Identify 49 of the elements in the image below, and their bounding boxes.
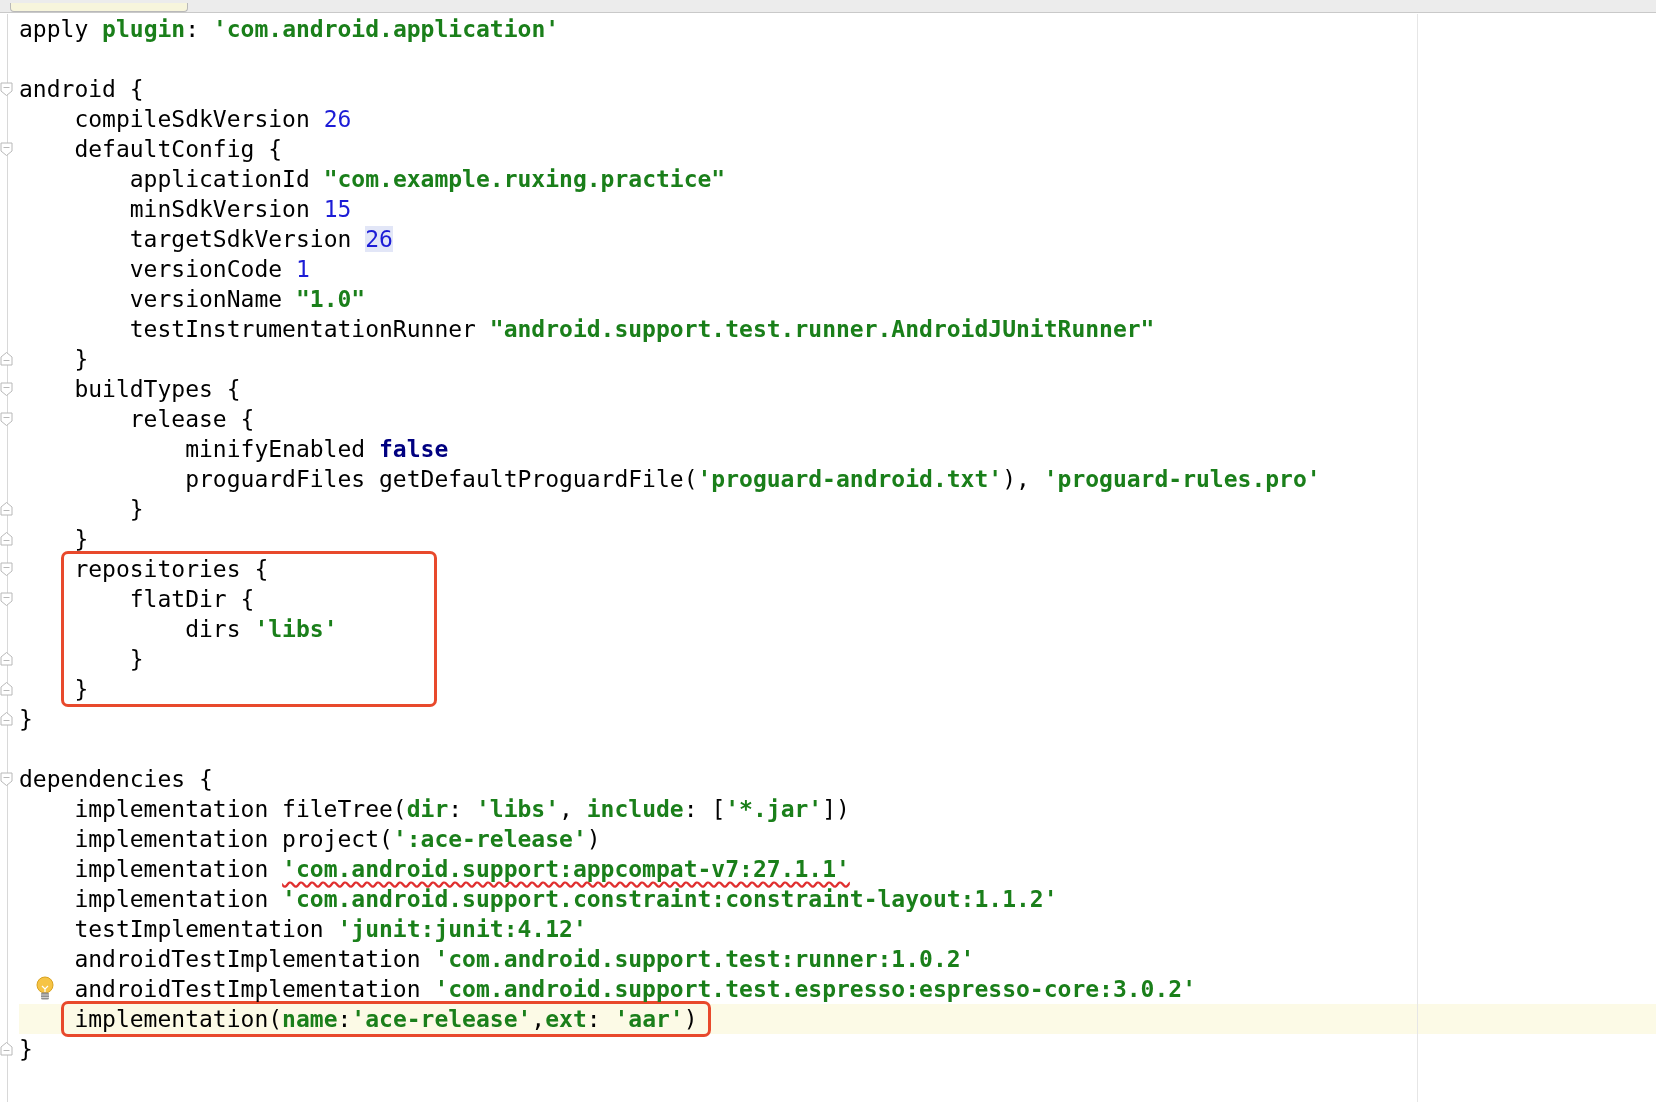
code-line: flatDir { — [129, 585, 255, 614]
fold-marker-icon[interactable] — [0, 502, 13, 516]
fold-marker-icon[interactable] — [0, 652, 13, 666]
fold-marker-icon[interactable] — [0, 412, 13, 426]
code-line: androidTestImplementation 'com.android.support.test.espresso:espresso-core:3.0.2' — [74, 975, 1196, 1004]
code-line: } — [74, 675, 89, 704]
code-line: } — [19, 1035, 33, 1064]
code-line: release { — [129, 405, 255, 434]
code-line: } — [74, 345, 89, 374]
code-line: versionCode 1 — [129, 255, 310, 284]
code-line: implementation project(':ace-release') — [74, 825, 601, 854]
code-line: } — [19, 705, 33, 734]
code-line: defaultConfig { — [74, 135, 283, 164]
fold-marker-icon[interactable] — [0, 1042, 13, 1056]
editor-tab[interactable] — [10, 3, 188, 12]
code-line: } — [129, 645, 144, 674]
code-line: applicationId "com.example.ruxing.practice" — [129, 165, 726, 194]
code-line: implementation(name:'ace-release',ext: 'aar') — [74, 1005, 698, 1034]
code-line: testImplementation 'junit:junit:4.12' — [74, 915, 587, 944]
code-line: versionName "1.0" — [129, 285, 366, 314]
code-line: compileSdkVersion 26 — [74, 105, 352, 134]
code-line: minSdkVersion 15 — [129, 195, 352, 224]
fold-marker-icon[interactable] — [0, 532, 13, 546]
fold-marker-icon[interactable] — [0, 592, 13, 606]
code-line: androidTestImplementation 'com.android.support.test:runner:1.0.2' — [74, 945, 975, 974]
fold-marker-icon[interactable] — [0, 682, 13, 696]
code-line: } — [74, 525, 89, 554]
code-line: minifyEnabled false — [185, 435, 449, 464]
fold-marker-icon[interactable] — [0, 142, 13, 156]
code-line: dirs 'libs' — [185, 615, 338, 644]
code-line: apply plugin: 'com.android.application' — [19, 15, 560, 44]
code-line: } — [129, 495, 144, 524]
fold-marker-icon[interactable] — [0, 382, 13, 396]
code-line: implementation 'com.android.support:appcompat-v7:27.1.1' — [74, 855, 850, 884]
fold-marker-icon[interactable] — [0, 352, 13, 366]
fold-marker-icon[interactable] — [0, 82, 13, 96]
code-line: repositories { — [74, 555, 269, 584]
code-line: dependencies { — [19, 765, 213, 794]
code-line: implementation fileTree(dir: 'libs', include: ['*.jar']) — [74, 795, 850, 824]
code-line: android { — [19, 75, 144, 104]
fold-marker-icon[interactable] — [0, 562, 13, 576]
code-line: implementation 'com.android.support.constraint:constraint-layout:1.1.2' — [74, 885, 1058, 914]
code-line: buildTypes { — [74, 375, 241, 404]
fold-marker-icon[interactable] — [0, 712, 13, 726]
lightbulb-icon[interactable] — [35, 976, 55, 1002]
fold-marker-icon[interactable] — [0, 772, 13, 786]
code-line: proguardFiles getDefaultProguardFile('proguard-android.txt'), 'proguard-rules.pro' — [185, 465, 1321, 494]
code-line: targetSdkVersion 26 — [129, 225, 393, 254]
code-line: testInstrumentationRunner "android.support.test.runner.AndroidJUnitRunner" — [129, 315, 1155, 344]
